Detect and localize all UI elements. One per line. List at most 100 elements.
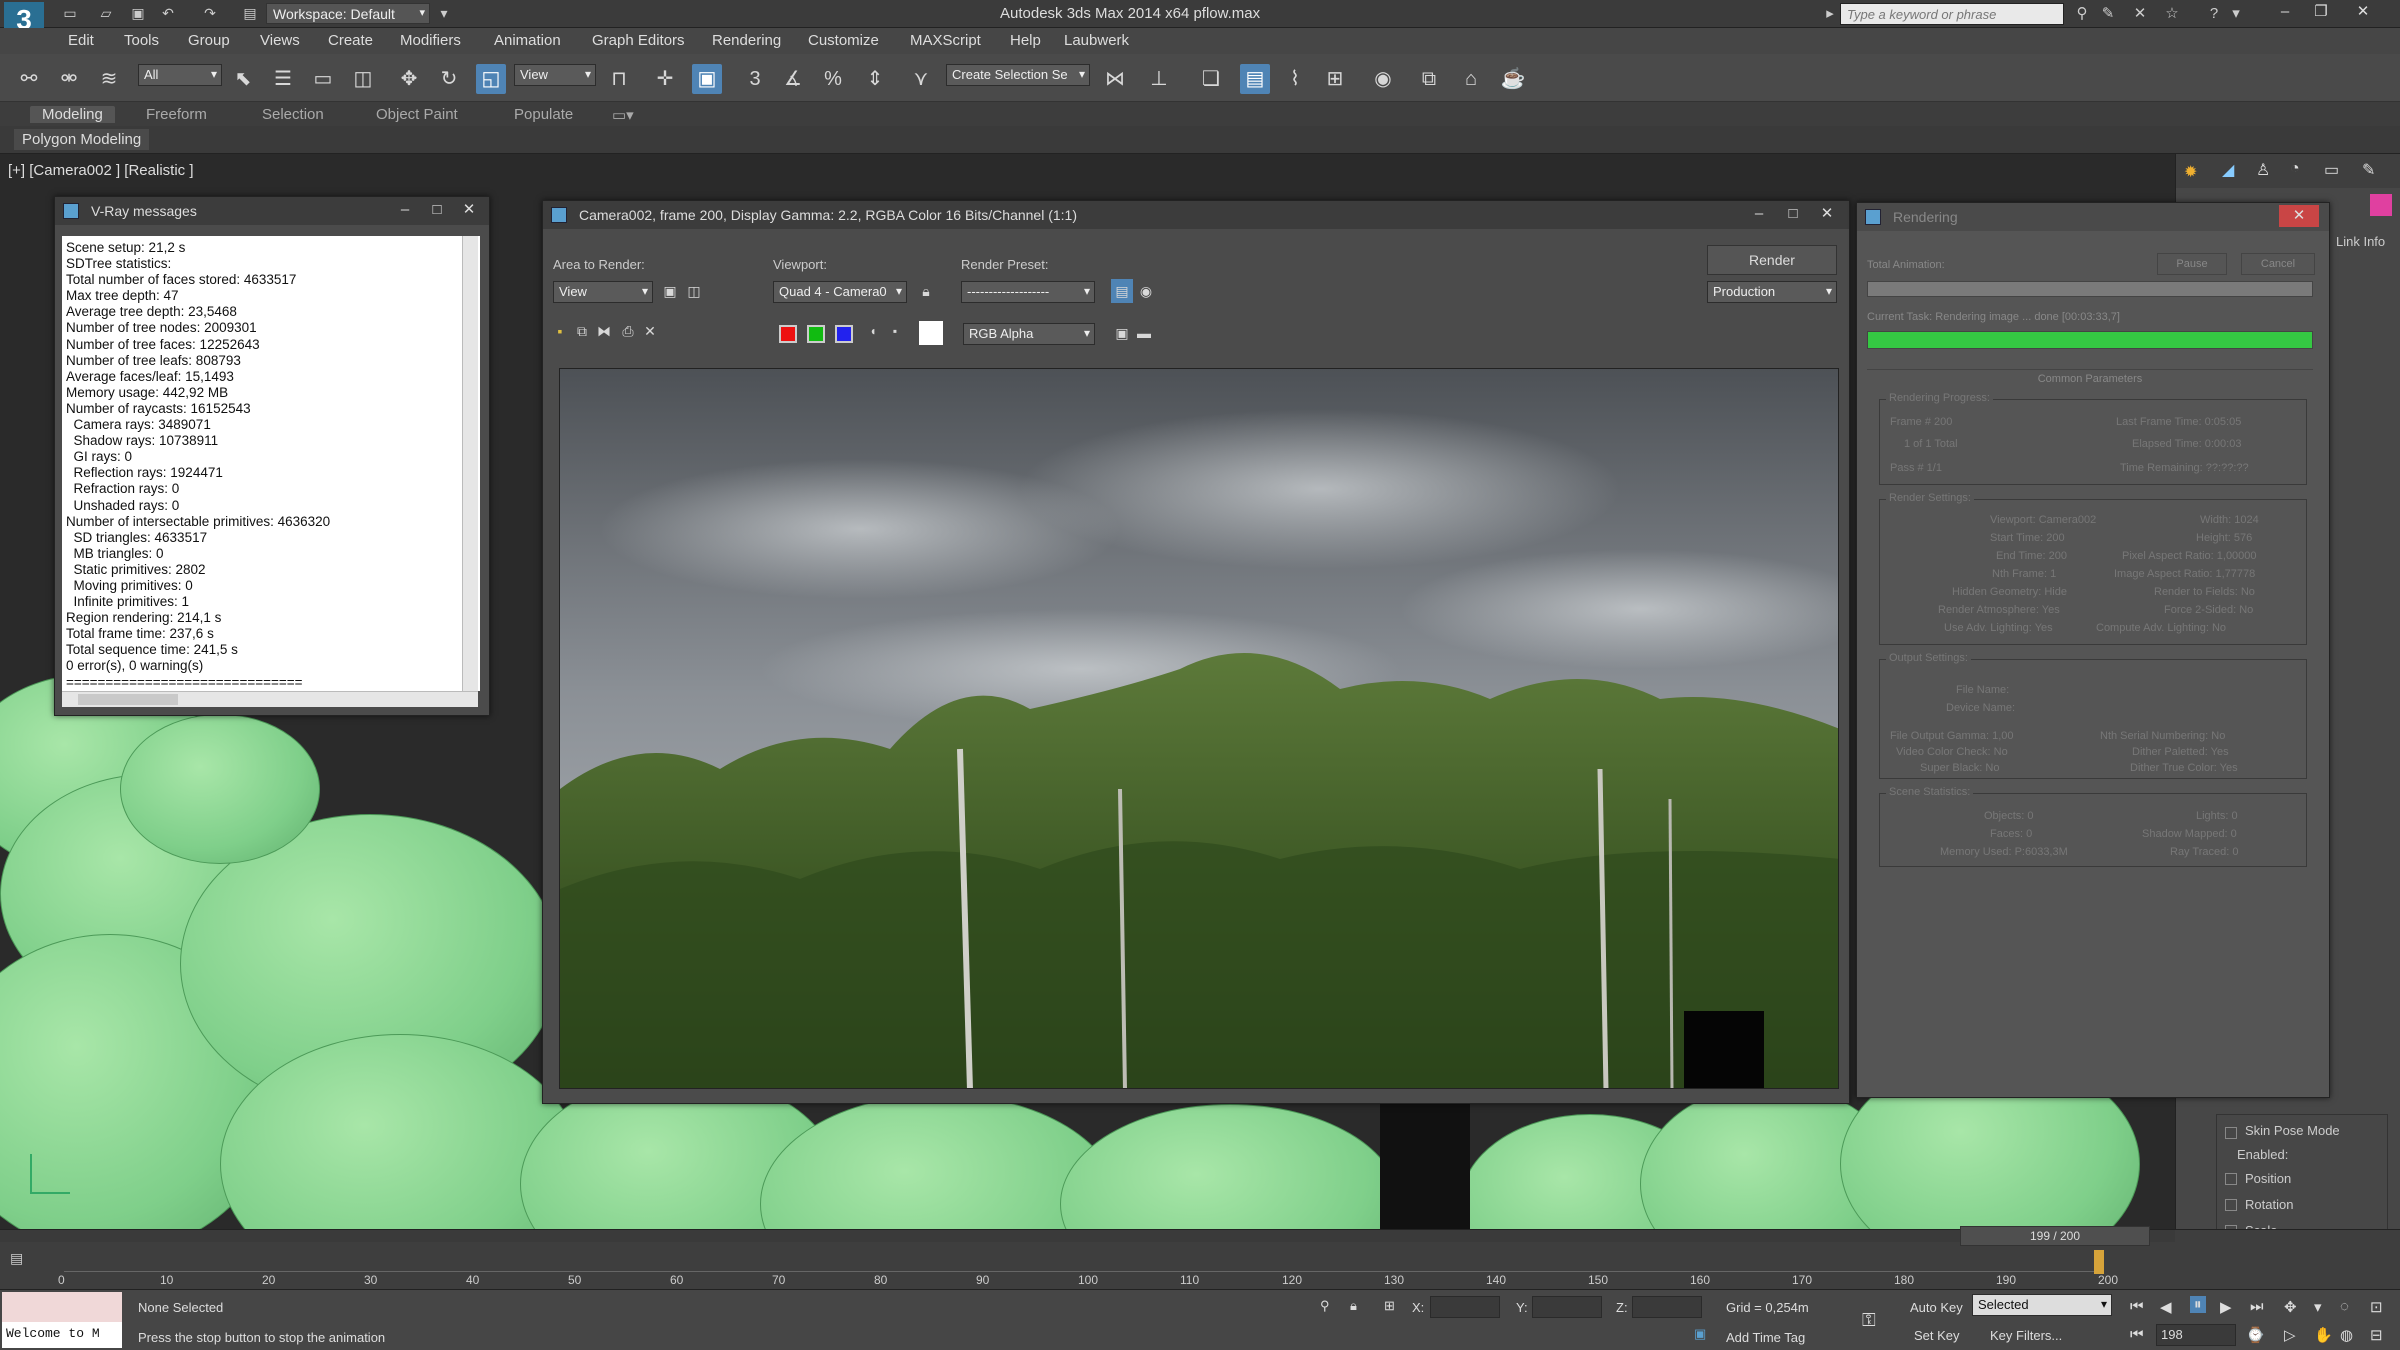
orbit-camera-icon[interactable]: ◍: [2340, 1326, 2353, 1344]
selection-filter-dropdown[interactable]: All: [138, 64, 222, 86]
y-coordinate-field[interactable]: [1532, 1296, 1602, 1318]
green-channel-toggle[interactable]: [807, 325, 825, 343]
environment-icon[interactable]: ◉: [1135, 279, 1157, 303]
absolute-mode-icon[interactable]: ⊞: [1384, 1298, 1395, 1314]
render-production-icon[interactable]: ☕: [1498, 64, 1528, 94]
maxscript-listener[interactable]: Welcome to M: [2, 1322, 122, 1348]
rendered-image[interactable]: [559, 368, 1839, 1089]
graphite-toolset-icon[interactable]: ▤: [1240, 64, 1270, 94]
channel-dropdown[interactable]: RGB Alpha: [963, 323, 1095, 345]
subscription-icon[interactable]: ✎: [2098, 4, 2118, 24]
keyboard-shortcut-override-icon[interactable]: ▣: [692, 64, 722, 94]
hierarchy-tab-icon[interactable]: ♙: [2256, 160, 2270, 180]
render-setup-icon[interactable]: ▤: [1111, 279, 1133, 303]
timeline[interactable]: 199 / 200 ▤ 0 10 20 30 40 50 60 70 80 90 100 110 120…: [0, 1226, 2400, 1289]
mirror-icon[interactable]: ⋈: [1100, 64, 1130, 94]
layer-manager-icon[interactable]: ❏: [1196, 64, 1226, 94]
display-tab-icon[interactable]: ▭: [2324, 160, 2339, 180]
zoom-all-icon[interactable]: ▾: [2314, 1298, 2322, 1316]
go-to-end-icon[interactable]: ⏭: [2250, 1298, 2264, 1315]
pan-icon[interactable]: ✋: [2314, 1326, 2333, 1344]
menu-customize[interactable]: Customize: [808, 32, 879, 49]
menu-group[interactable]: Group: [188, 32, 230, 49]
key-mode-toggle-icon[interactable]: ⏮: [2130, 1326, 2144, 1343]
search-input[interactable]: Type a keyword or phrase: [1840, 3, 2064, 25]
time-configuration-icon[interactable]: ⌚: [2246, 1326, 2265, 1344]
menu-maxscript[interactable]: MAXScript: [910, 32, 981, 49]
minimize-icon[interactable]: –: [1745, 203, 1773, 225]
key-filters-button[interactable]: Key Filters...: [1990, 1328, 2062, 1343]
workspace-menu-icon[interactable]: ▾: [434, 4, 454, 22]
maximize-viewport-icon[interactable]: ⊡: [2370, 1298, 2383, 1316]
swatch-color[interactable]: [919, 321, 943, 345]
tab-selection[interactable]: Selection: [262, 106, 324, 123]
color-swatch[interactable]: [2370, 194, 2392, 216]
x-coordinate-field[interactable]: [1430, 1296, 1500, 1318]
close-icon[interactable]: ✕: [2279, 205, 2319, 227]
min-max-toggle-icon[interactable]: ⊟: [2370, 1326, 2383, 1344]
rectangular-selection-icon[interactable]: ▭: [308, 64, 338, 94]
select-and-link-icon[interactable]: ⚯: [14, 64, 44, 94]
edit-region-icon[interactable]: ▣: [659, 279, 681, 303]
minimize-icon[interactable]: –: [2268, 0, 2302, 24]
create-tab-icon[interactable]: ✹: [2184, 162, 2197, 182]
menu-tools[interactable]: Tools: [124, 32, 159, 49]
menu-modifiers[interactable]: Modifiers: [400, 32, 461, 49]
snaps-toggle-icon[interactable]: 3: [740, 64, 770, 94]
current-frame-field[interactable]: 198: [2156, 1324, 2236, 1346]
production-dropdown[interactable]: Production: [1707, 281, 1837, 303]
unlink-icon[interactable]: ⚮: [54, 64, 84, 94]
render-setup-icon[interactable]: ⧉: [1414, 64, 1444, 94]
percent-snap-icon[interactable]: %: [818, 64, 848, 94]
menu-help[interactable]: Help: [1010, 32, 1041, 49]
blue-channel-toggle[interactable]: [835, 325, 853, 343]
time-slider-thumb[interactable]: 199 / 200: [1960, 1226, 2150, 1246]
menu-animation[interactable]: Animation: [494, 32, 561, 49]
redo-icon[interactable]: ↷: [200, 4, 220, 22]
field-of-view-icon[interactable]: ▷: [2284, 1326, 2296, 1344]
ribbon-panel-polygon-modeling[interactable]: Polygon Modeling: [14, 129, 150, 150]
print-image-icon[interactable]: ⎙: [617, 319, 639, 343]
rendering-dialog[interactable]: Rendering ✕ Total Animation: Pause Cance…: [1856, 202, 2330, 1098]
help-icon[interactable]: ?: [2204, 4, 2224, 24]
go-to-start-icon[interactable]: ⏮: [2130, 1298, 2144, 1315]
trackbar-curve-icon[interactable]: ▤: [10, 1250, 40, 1270]
close-icon[interactable]: ✕: [1813, 203, 1841, 225]
select-and-move-icon[interactable]: ✥: [394, 64, 424, 94]
time-ruler[interactable]: [64, 1254, 2104, 1272]
set-key-icon[interactable]: ⚿: [1862, 1310, 1876, 1331]
binoculars-icon[interactable]: ⚲: [2072, 4, 2092, 24]
align-icon[interactable]: ⊥: [1144, 64, 1174, 94]
set-key-button[interactable]: Set Key: [1914, 1328, 1960, 1343]
vray-log-hscrollbar[interactable]: [62, 691, 478, 707]
auto-region-icon[interactable]: ◫: [683, 279, 705, 303]
rendered-frame-window-icon[interactable]: ⌂: [1456, 64, 1486, 94]
window-crossing-icon[interactable]: ◫: [348, 64, 378, 94]
help-menu-icon[interactable]: ▾: [2226, 4, 2246, 24]
motion-tab-icon[interactable]: ◔: [2290, 160, 2300, 178]
tab-populate[interactable]: Populate: [514, 106, 573, 123]
auto-key-button[interactable]: Auto Key: [1910, 1300, 1963, 1315]
menu-rendering[interactable]: Rendering: [712, 32, 781, 49]
next-frame-icon[interactable]: ▶: [2220, 1298, 2232, 1316]
tab-modeling[interactable]: Modeling: [30, 106, 115, 123]
common-parameters-header[interactable]: Common Parameters: [1867, 369, 2313, 389]
angle-snap-icon[interactable]: ∡: [778, 64, 808, 94]
project-folder-icon[interactable]: ▤: [240, 4, 260, 22]
copy-image-icon[interactable]: ⧉: [571, 319, 593, 343]
favorites-icon[interactable]: ☆: [2162, 4, 2182, 24]
maxscript-listener-top[interactable]: [2, 1292, 122, 1322]
new-file-icon[interactable]: ▭: [60, 4, 80, 22]
position-checkbox[interactable]: [2225, 1173, 2237, 1185]
previous-frame-icon[interactable]: ◀: [2160, 1298, 2172, 1316]
minimize-icon[interactable]: –: [391, 199, 419, 221]
expand-search-icon[interactable]: ▸: [1820, 4, 1840, 24]
menu-edit[interactable]: Edit: [68, 32, 94, 49]
undo-icon[interactable]: ↶: [158, 4, 178, 22]
link-info-label[interactable]: Link Info: [2336, 234, 2385, 249]
named-selection-dropdown[interactable]: Create Selection Se: [946, 64, 1090, 86]
frame-buffer-titlebar[interactable]: Camera002, frame 200, Display Gamma: 2.2…: [543, 201, 1849, 229]
lock-icon[interactable]: 🔒︎: [915, 279, 937, 303]
close-icon[interactable]: ✕: [455, 199, 483, 221]
select-and-rotate-icon[interactable]: ↻: [434, 64, 464, 94]
